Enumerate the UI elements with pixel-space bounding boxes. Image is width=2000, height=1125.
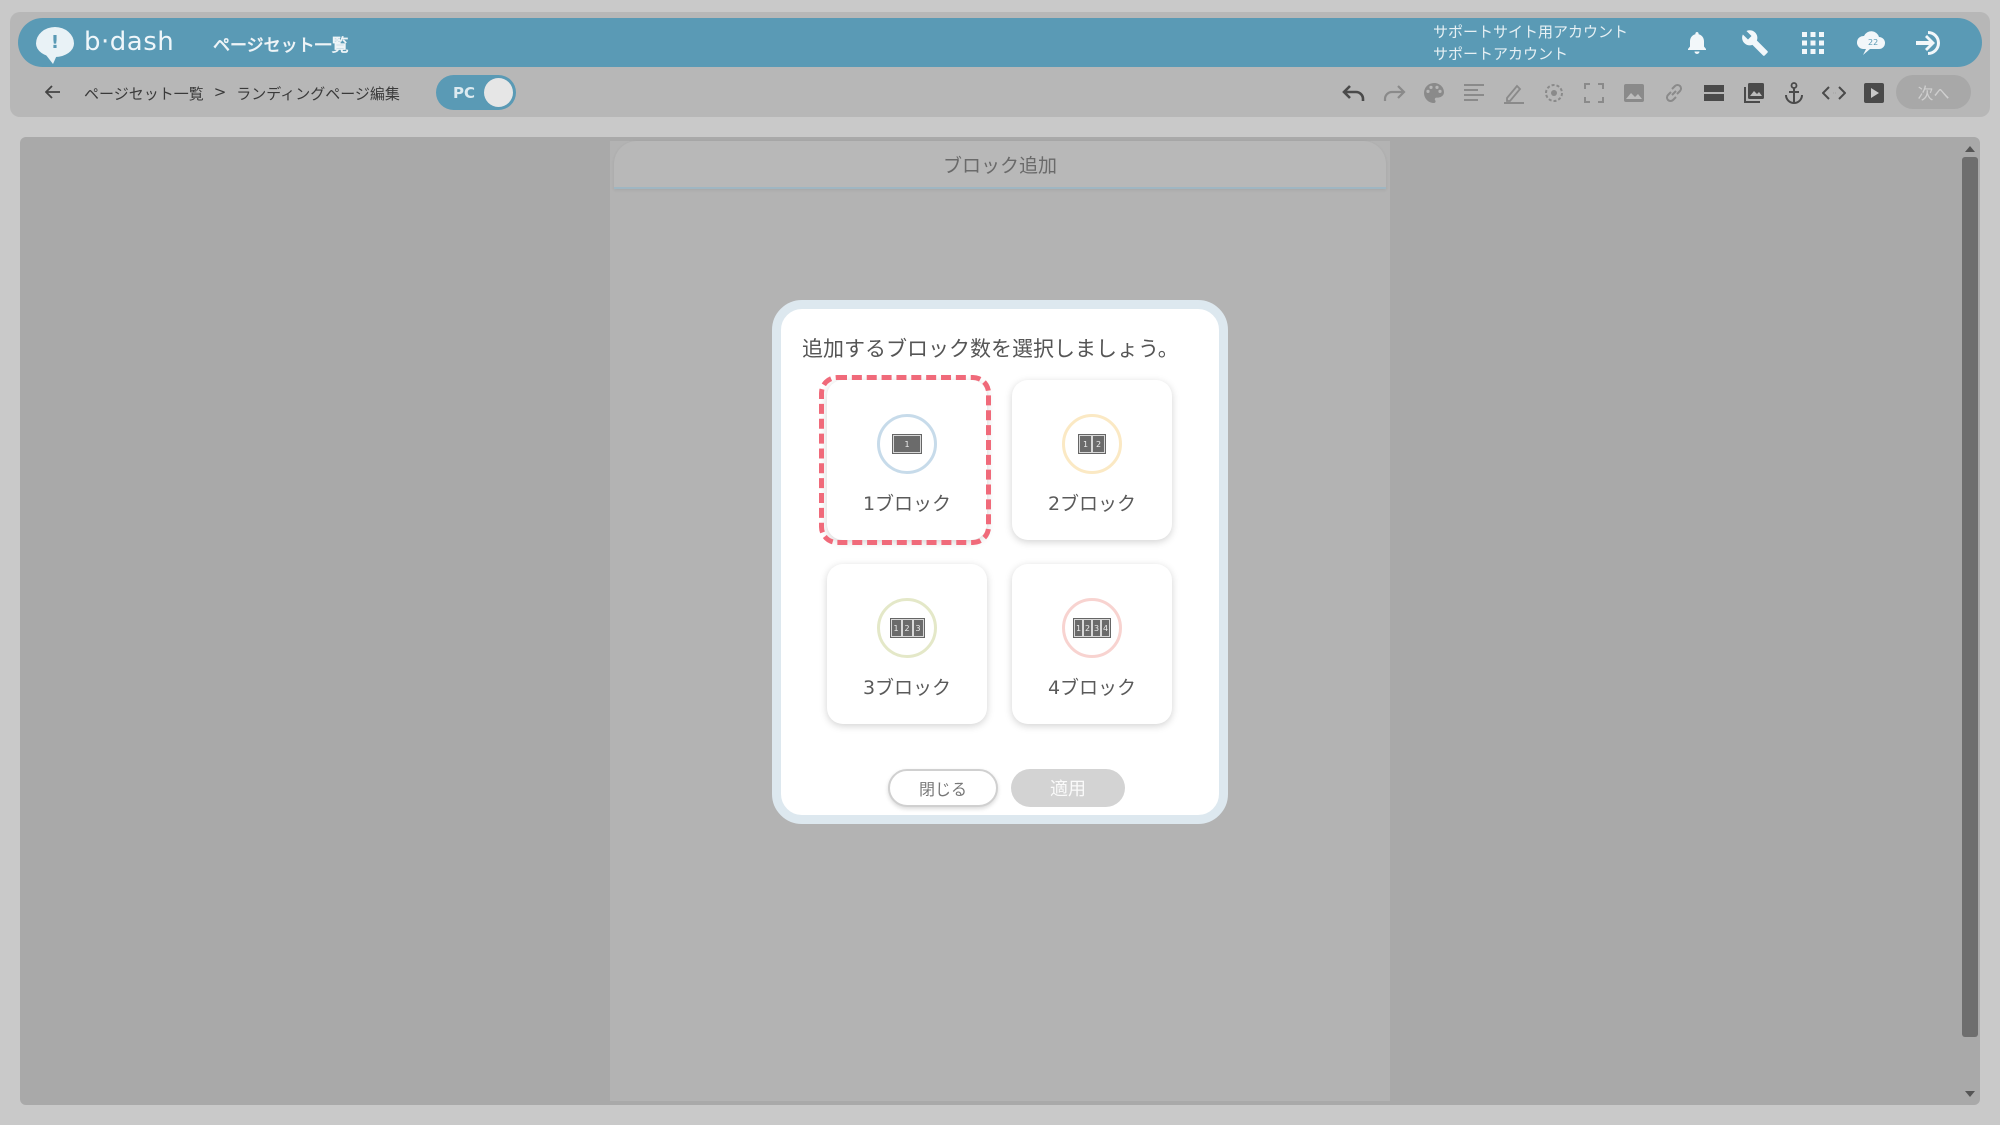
block-cell: 2 xyxy=(1083,619,1092,637)
bell-icon[interactable] xyxy=(1668,30,1726,56)
toggle-knob xyxy=(484,78,513,107)
target-icon[interactable] xyxy=(1534,82,1574,104)
block-preview: 1 2 3 xyxy=(889,618,925,638)
option-label: 4ブロック xyxy=(1047,677,1137,699)
block-cell: 1 xyxy=(1074,619,1083,637)
logo-bubble-icon: ! xyxy=(36,27,74,64)
logout-icon[interactable] xyxy=(1900,29,1958,57)
block-preview: 1 2 3 4 xyxy=(1073,618,1111,638)
three-blocks-icon: 1 2 3 xyxy=(877,598,937,658)
option-label: 2ブロック xyxy=(1047,493,1137,515)
breadcrumb-separator: > xyxy=(213,83,227,101)
top-bar: ! b·dash ページセット一覧 サポートサイト用アカウント サポートアカウン… xyxy=(18,18,1982,67)
add-block-header[interactable]: ブロック追加 xyxy=(614,141,1386,189)
block-cell: 2 xyxy=(901,619,913,637)
block-cell: 3 xyxy=(1092,619,1101,637)
account-line-2: サポートアカウント xyxy=(1433,45,1569,63)
block-preview: 1 2 xyxy=(1078,434,1106,454)
block-cell: 2 xyxy=(1092,435,1105,453)
apply-button[interactable]: 適用 xyxy=(1011,769,1125,807)
breadcrumb-current-page: ランディングページ編集 xyxy=(236,85,400,103)
scroll-up-arrow-icon[interactable] xyxy=(1965,146,1975,152)
play-icon[interactable] xyxy=(1854,82,1894,104)
redo-icon[interactable] xyxy=(1374,83,1414,103)
fullscreen-icon[interactable] xyxy=(1574,83,1614,103)
grid-apps-icon[interactable] xyxy=(1784,31,1842,54)
pen-icon[interactable] xyxy=(1494,82,1534,104)
logo-mark: ! xyxy=(50,31,60,53)
page-set-list-link[interactable]: ページセット一覧 xyxy=(213,31,349,56)
breadcrumb-page-set-list[interactable]: ページセット一覧 xyxy=(84,83,204,104)
undo-icon[interactable] xyxy=(1334,83,1374,103)
anchor-icon[interactable] xyxy=(1774,82,1814,104)
layout-block-icon[interactable] xyxy=(1694,83,1734,103)
selection-highlight xyxy=(819,375,991,545)
gallery-icon[interactable] xyxy=(1734,82,1774,104)
modal-title: 追加するブロック数を選択しましょう。 xyxy=(802,337,1179,361)
align-text-icon[interactable] xyxy=(1454,83,1494,103)
block-cell: 1 xyxy=(1079,435,1092,453)
edit-tools xyxy=(1334,77,1894,109)
device-toggle[interactable]: PC xyxy=(436,75,516,110)
logo[interactable]: ! b·dash xyxy=(36,24,175,64)
block-cell: 1 xyxy=(890,619,902,637)
two-blocks-icon: 1 2 xyxy=(1062,414,1122,474)
scroll-down-arrow-icon[interactable] xyxy=(1965,1091,1975,1097)
breadcrumb: ページセット一覧 > ランディングページ編集 xyxy=(84,83,400,104)
scrollbar-thumb[interactable] xyxy=(1962,157,1978,1037)
option-label: 3ブロック xyxy=(862,677,952,699)
palette-icon[interactable] xyxy=(1414,82,1454,104)
image-icon[interactable] xyxy=(1614,83,1654,103)
link-icon[interactable] xyxy=(1654,82,1694,104)
block-count-modal: 追加するブロック数を選択しましょう。 1 1ブロック 1 2 2ブロック 1 2… xyxy=(772,300,1228,824)
editor-toolbar: ページセット一覧 > ランディングページ編集 PC 次へ xyxy=(18,73,1982,113)
device-toggle-label: PC xyxy=(453,84,476,102)
code-icon[interactable] xyxy=(1814,85,1854,101)
wrench-icon[interactable] xyxy=(1726,29,1784,57)
back-arrow-icon[interactable] xyxy=(40,79,66,105)
next-button[interactable]: 次へ xyxy=(1896,75,1971,109)
top-icon-group: 22 xyxy=(1668,18,1958,67)
block-cell: 3 xyxy=(912,619,924,637)
option-3-blocks[interactable]: 1 2 3 3ブロック xyxy=(827,564,987,724)
option-2-blocks[interactable]: 1 2 2ブロック xyxy=(1012,380,1172,540)
close-button[interactable]: 閉じる xyxy=(888,769,998,807)
block-cell: 4 xyxy=(1101,619,1110,637)
svg-text:22: 22 xyxy=(1868,38,1878,47)
logo-text: b·dash xyxy=(84,27,175,57)
cloud-chat-icon[interactable]: 22 xyxy=(1842,29,1900,57)
option-4-blocks[interactable]: 1 2 3 4 4ブロック xyxy=(1012,564,1172,724)
account-line-1: サポートサイト用アカウント xyxy=(1433,23,1629,41)
four-blocks-icon: 1 2 3 4 xyxy=(1062,598,1122,658)
account-info[interactable]: サポートサイト用アカウント サポートアカウント xyxy=(1433,21,1628,65)
